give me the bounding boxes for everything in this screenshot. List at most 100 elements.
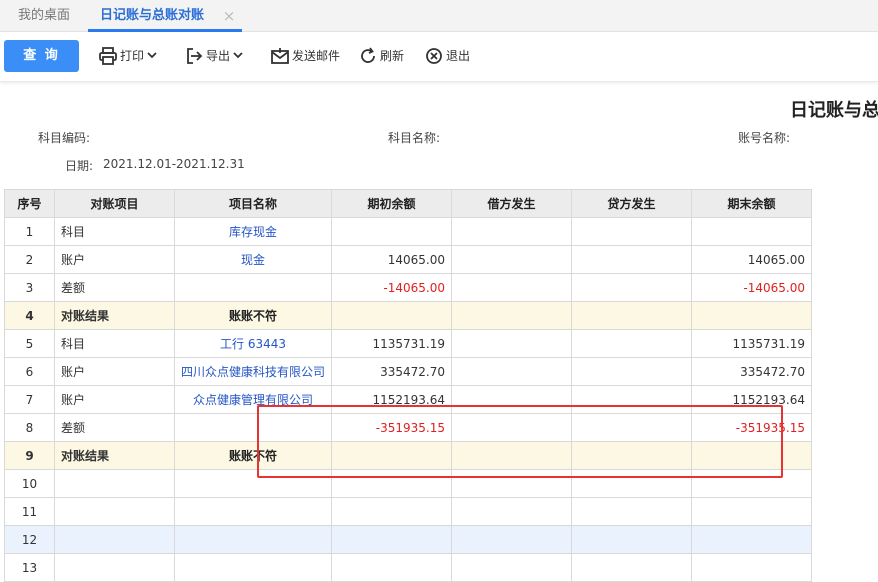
cell-no[interactable]: 11: [4, 497, 55, 526]
cell-credit[interactable]: [571, 553, 693, 582]
cell-opening[interactable]: -351935.15: [331, 413, 453, 442]
cell-closing[interactable]: 335472.70: [691, 357, 813, 386]
cell-name[interactable]: [173, 413, 333, 442]
cell-opening[interactable]: [331, 553, 453, 582]
cell-item[interactable]: 账户: [54, 385, 175, 414]
cell-debit[interactable]: [451, 497, 573, 526]
cell-opening[interactable]: [331, 217, 453, 246]
cell-no[interactable]: 5: [4, 329, 55, 358]
table-row[interactable]: 7 账户 众点健康管理有限公司 1152193.64 1152193.64: [4, 385, 813, 414]
cell-item[interactable]: 差额: [54, 413, 175, 442]
cell-closing[interactable]: [691, 553, 813, 582]
table-row[interactable]: 10: [4, 469, 813, 498]
cell-no[interactable]: 8: [4, 413, 55, 442]
cell-debit[interactable]: [451, 525, 573, 554]
cell-opening[interactable]: -14065.00: [331, 273, 453, 302]
cell-debit[interactable]: [451, 553, 573, 582]
cell-name[interactable]: 四川众点健康科技有限公司: [173, 357, 333, 386]
cell-name[interactable]: 现金: [173, 245, 333, 274]
cell-no[interactable]: 1: [4, 217, 55, 246]
tab-my-desktop[interactable]: 我的桌面: [18, 0, 70, 32]
cell-credit[interactable]: [571, 217, 693, 246]
cell-name[interactable]: 众点健康管理有限公司: [173, 385, 333, 414]
cell-name[interactable]: 账账不符: [173, 301, 333, 330]
table-row[interactable]: 4 对账结果 账账不符: [4, 301, 813, 330]
column-header-closing[interactable]: 期末余额: [691, 189, 813, 218]
cell-debit[interactable]: [451, 469, 573, 498]
cell-item[interactable]: [54, 525, 175, 554]
cell-item[interactable]: 差额: [54, 273, 175, 302]
cell-name[interactable]: [173, 273, 333, 302]
cell-credit[interactable]: [571, 329, 693, 358]
table-row[interactable]: 2 账户 现金 14065.00 14065.00: [4, 245, 813, 274]
export-button[interactable]: 导出: [184, 45, 246, 67]
cell-debit[interactable]: [451, 301, 573, 330]
cell-opening[interactable]: 1152193.64: [331, 385, 453, 414]
cell-no[interactable]: 7: [4, 385, 55, 414]
cell-debit[interactable]: [451, 357, 573, 386]
cell-credit[interactable]: [571, 497, 693, 526]
cell-credit[interactable]: [571, 357, 693, 386]
send-mail-button[interactable]: 发送邮件: [270, 45, 346, 67]
cell-closing[interactable]: [691, 441, 813, 470]
cell-credit[interactable]: [571, 441, 693, 470]
cell-opening[interactable]: [331, 469, 453, 498]
cell-credit[interactable]: [571, 385, 693, 414]
table-row[interactable]: 13: [4, 553, 813, 582]
table-row[interactable]: 6 账户 四川众点健康科技有限公司 335472.70 335472.70: [4, 357, 813, 386]
cell-closing[interactable]: -14065.00: [691, 273, 813, 302]
cell-name[interactable]: [173, 553, 333, 582]
cell-closing[interactable]: [691, 301, 813, 330]
table-row[interactable]: 1 科目 库存现金: [4, 217, 813, 246]
cell-opening[interactable]: 14065.00: [331, 245, 453, 274]
cell-name[interactable]: 库存现金: [173, 217, 333, 246]
column-header-name[interactable]: 项目名称: [173, 189, 333, 218]
query-button[interactable]: 查 询: [4, 40, 79, 72]
cell-no[interactable]: 3: [4, 273, 55, 302]
column-header-opening[interactable]: 期初余额: [331, 189, 453, 218]
close-icon[interactable]: ×: [222, 6, 236, 26]
cell-credit[interactable]: [571, 301, 693, 330]
refresh-button[interactable]: 刷新: [358, 45, 408, 67]
cell-item[interactable]: 科目: [54, 329, 175, 358]
cell-credit[interactable]: [571, 413, 693, 442]
cell-closing[interactable]: [691, 497, 813, 526]
cell-closing[interactable]: [691, 217, 813, 246]
cell-debit[interactable]: [451, 385, 573, 414]
table-row[interactable]: 3 差额 -14065.00 -14065.00: [4, 273, 813, 302]
print-button[interactable]: 打印: [98, 45, 160, 67]
column-header-debit[interactable]: 借方发生: [451, 189, 573, 218]
cell-opening[interactable]: 1135731.19: [331, 329, 453, 358]
column-header-credit[interactable]: 贷方发生: [571, 189, 693, 218]
cell-credit[interactable]: [571, 469, 693, 498]
cell-credit[interactable]: [571, 245, 693, 274]
cell-no[interactable]: 2: [4, 245, 55, 274]
cell-name[interactable]: [173, 525, 333, 554]
cell-debit[interactable]: [451, 217, 573, 246]
table-row[interactable]: 5 科目 工行 63443 1135731.19 1135731.19: [4, 329, 813, 358]
tab-journal-ledger-reconcile[interactable]: 日记账与总账对账: [100, 0, 204, 32]
cell-no[interactable]: 6: [4, 357, 55, 386]
cell-closing[interactable]: [691, 525, 813, 554]
cell-no[interactable]: 10: [4, 469, 55, 498]
column-header-item[interactable]: 对账项目: [54, 189, 175, 218]
cell-opening[interactable]: [331, 497, 453, 526]
cell-item[interactable]: 账户: [54, 357, 175, 386]
exit-button[interactable]: 退出: [424, 45, 474, 67]
cell-no[interactable]: 13: [4, 553, 55, 582]
table-row[interactable]: 8 差额 -351935.15 -351935.15: [4, 413, 813, 442]
cell-opening[interactable]: [331, 441, 453, 470]
table-row[interactable]: 11: [4, 497, 813, 526]
table-row[interactable]: 9 对账结果 账账不符: [4, 441, 813, 470]
cell-closing[interactable]: 14065.00: [691, 245, 813, 274]
cell-no[interactable]: 4: [4, 301, 55, 330]
column-header-no[interactable]: 序号: [4, 189, 55, 218]
cell-item[interactable]: 对账结果: [54, 301, 175, 330]
cell-debit[interactable]: [451, 413, 573, 442]
cell-item[interactable]: 科目: [54, 217, 175, 246]
cell-item[interactable]: 对账结果: [54, 441, 175, 470]
cell-debit[interactable]: [451, 441, 573, 470]
cell-item[interactable]: 账户: [54, 245, 175, 274]
cell-opening[interactable]: 335472.70: [331, 357, 453, 386]
cell-no[interactable]: 12: [4, 525, 55, 554]
